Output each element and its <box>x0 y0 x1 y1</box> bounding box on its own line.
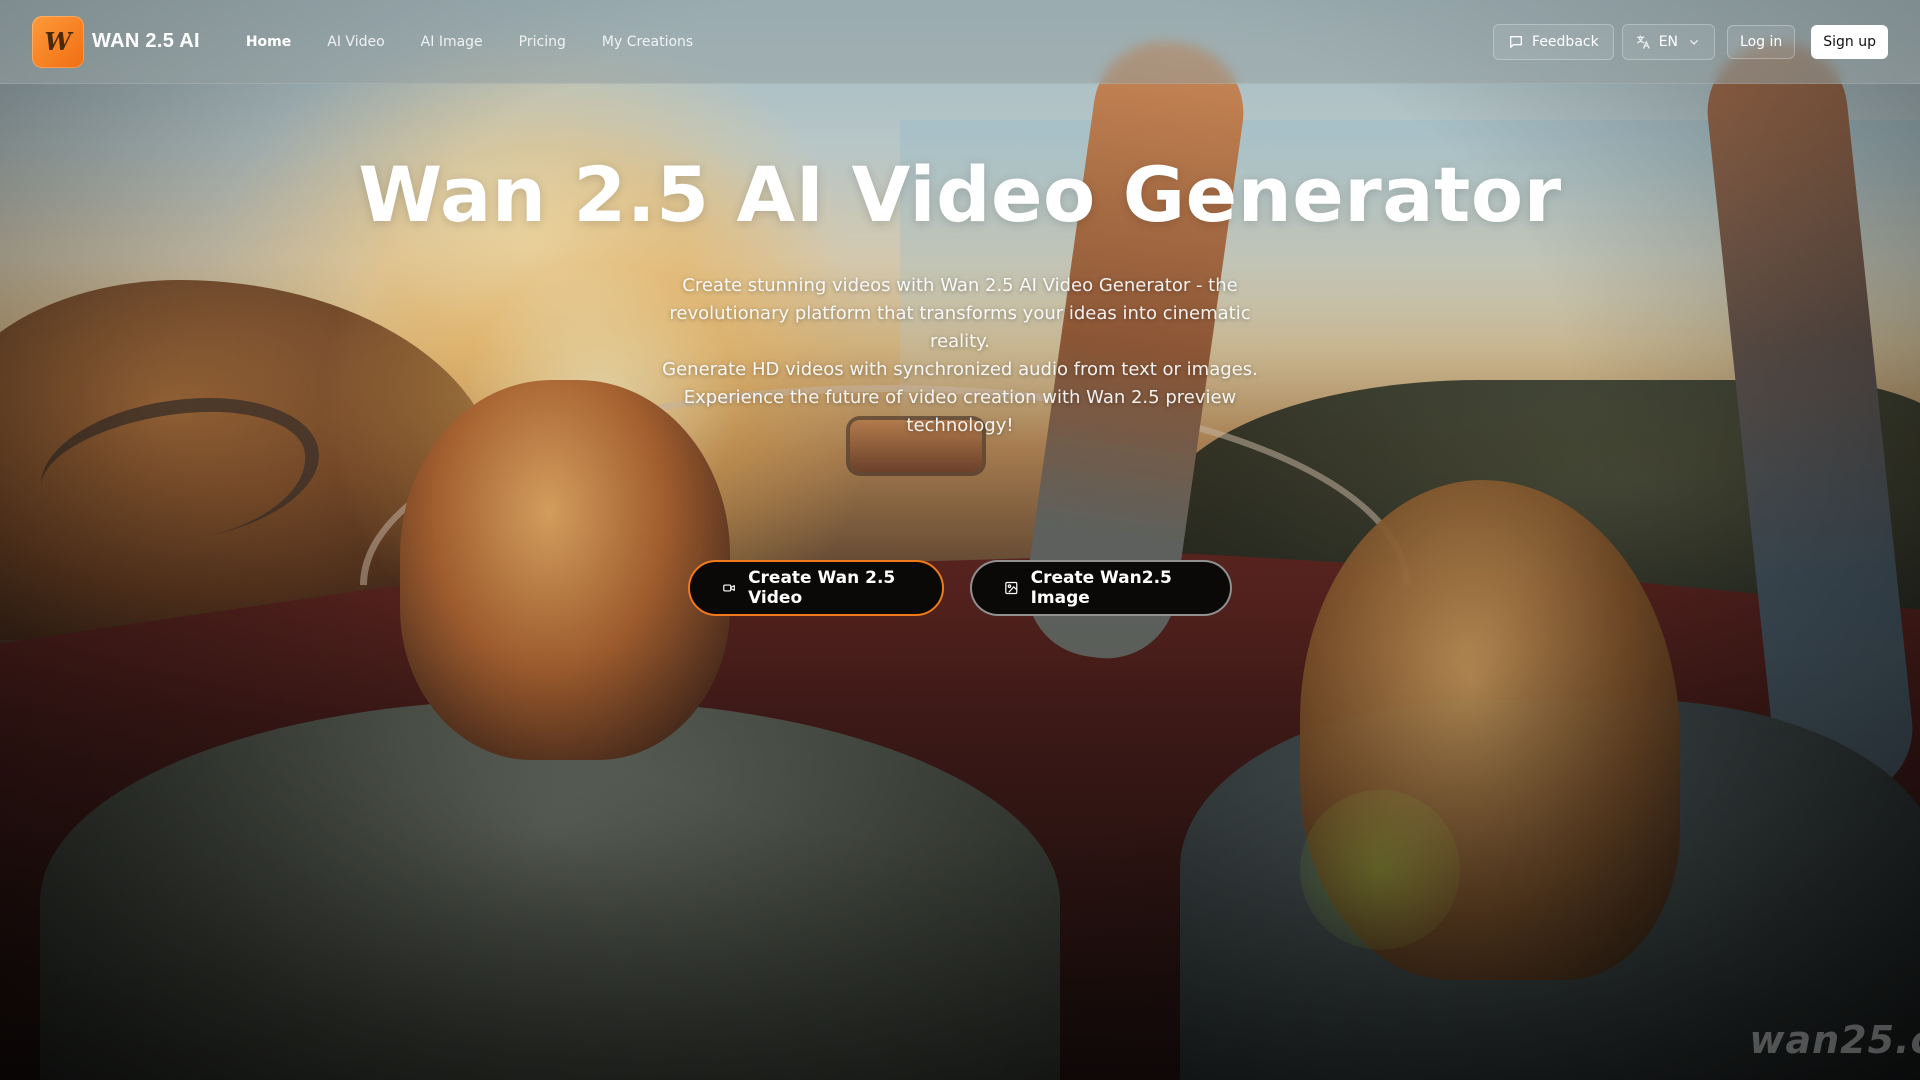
login-button[interactable]: Log in <box>1727 24 1796 59</box>
logo-letter: W <box>44 27 72 56</box>
translate-icon <box>1636 34 1650 49</box>
create-image-button[interactable]: Create Wan2.5 Image <box>970 560 1232 616</box>
cta-group: Create Wan 2.5 Video Create Wan2.5 Image <box>0 560 1920 616</box>
feedback-label: Feedback <box>1532 33 1599 50</box>
nav-ai-video[interactable]: AI Video <box>309 26 402 58</box>
main-nav: Home AI Video AI Image Pricing My Creati… <box>228 26 711 58</box>
image-icon <box>1005 581 1018 595</box>
hero-description-line: Create stunning videos with Wan 2.5 AI V… <box>682 275 1238 296</box>
feedback-button[interactable]: Feedback <box>1493 23 1614 60</box>
hero-description-line: Generate HD videos with synchronized aud… <box>662 359 1258 380</box>
hero-description-line: Experience the future of video creation … <box>683 387 1237 436</box>
create-video-button[interactable]: Create Wan 2.5 Video <box>688 560 944 616</box>
top-navbar: W WAN 2.5 AI Home AI Video AI Image Pric… <box>0 0 1920 84</box>
header-actions: Feedback EN Log in Sign up <box>1493 23 1888 60</box>
nav-ai-image[interactable]: AI Image <box>403 26 501 58</box>
nav-pricing[interactable]: Pricing <box>501 26 584 58</box>
nav-my-creations[interactable]: My Creations <box>584 26 711 58</box>
chevron-down-icon <box>1690 39 1699 45</box>
create-video-label: Create Wan 2.5 Video <box>748 568 896 608</box>
language-selector[interactable]: EN <box>1621 23 1716 60</box>
hero-title: Wan 2.5 AI Video Generator <box>358 150 1562 239</box>
language-label: EN <box>1658 33 1679 50</box>
message-square-icon <box>1510 35 1523 48</box>
create-image-label: Create Wan2.5 Image <box>1030 568 1172 608</box>
hero-description-line: revolutionary platform that transforms y… <box>669 303 1251 352</box>
video-camera-icon <box>723 584 735 592</box>
nav-home[interactable]: Home <box>228 26 309 58</box>
logo[interactable]: W WAN 2.5 AI <box>32 15 200 68</box>
watermark: wan25.c <box>1749 1018 1920 1062</box>
brand-name: WAN 2.5 AI <box>92 30 200 52</box>
signup-button[interactable]: Sign up <box>1811 24 1888 59</box>
hero-description: Create stunning videos with Wan 2.5 AI V… <box>640 272 1280 440</box>
logo-icon: W <box>32 15 84 68</box>
